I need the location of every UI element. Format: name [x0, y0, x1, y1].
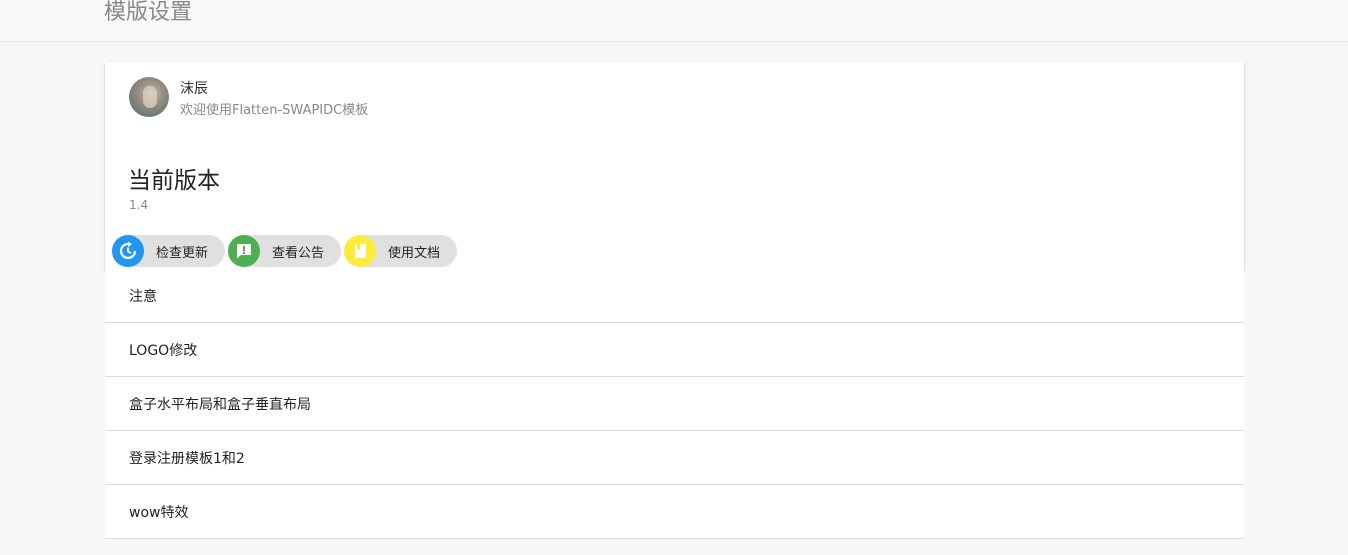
version-heading: 当前版本 [128, 168, 220, 194]
view-announcement-label: 查看公告 [272, 245, 325, 261]
documentation-button[interactable]: 使用文档 [344, 235, 457, 267]
user-name: 沫辰 [180, 81, 208, 97]
list-item[interactable]: 登录注册模板1和2 [105, 431, 1244, 485]
list-item[interactable]: LOGO修改 [105, 323, 1244, 377]
top-bar: 模版设置 [0, 0, 1348, 42]
settings-section-list: 注意 LOGO修改 盒子水平布局和盒子垂直布局 登录注册模板1和2 wow特效 [105, 270, 1244, 539]
list-item[interactable]: 盒子水平布局和盒子垂直布局 [105, 377, 1244, 431]
document-icon [344, 235, 376, 267]
check-update-button[interactable]: 检查更新 [112, 235, 225, 267]
list-item[interactable]: wow特效 [105, 485, 1244, 539]
check-update-label: 检查更新 [156, 245, 209, 261]
list-item[interactable]: 注意 [105, 270, 1244, 323]
view-announcement-button[interactable]: 查看公告 [228, 235, 341, 267]
user-subtitle: 欢迎使用Flatten-SWAPIDC模板 [180, 103, 369, 118]
avatar[interactable] [129, 77, 169, 117]
announcement-icon [228, 235, 260, 267]
page-title: 模版设置 [104, 0, 193, 25]
documentation-label: 使用文档 [388, 245, 441, 261]
list-item-label: 注意 [129, 289, 157, 305]
refresh-icon [112, 235, 144, 267]
list-item-label: 登录注册模板1和2 [129, 450, 245, 467]
version-number: 1.4 [129, 198, 149, 212]
list-item-label: wow特效 [129, 504, 189, 521]
list-item-label: 盒子水平布局和盒子垂直布局 [129, 396, 311, 413]
list-item-label: LOGO修改 [129, 342, 198, 359]
